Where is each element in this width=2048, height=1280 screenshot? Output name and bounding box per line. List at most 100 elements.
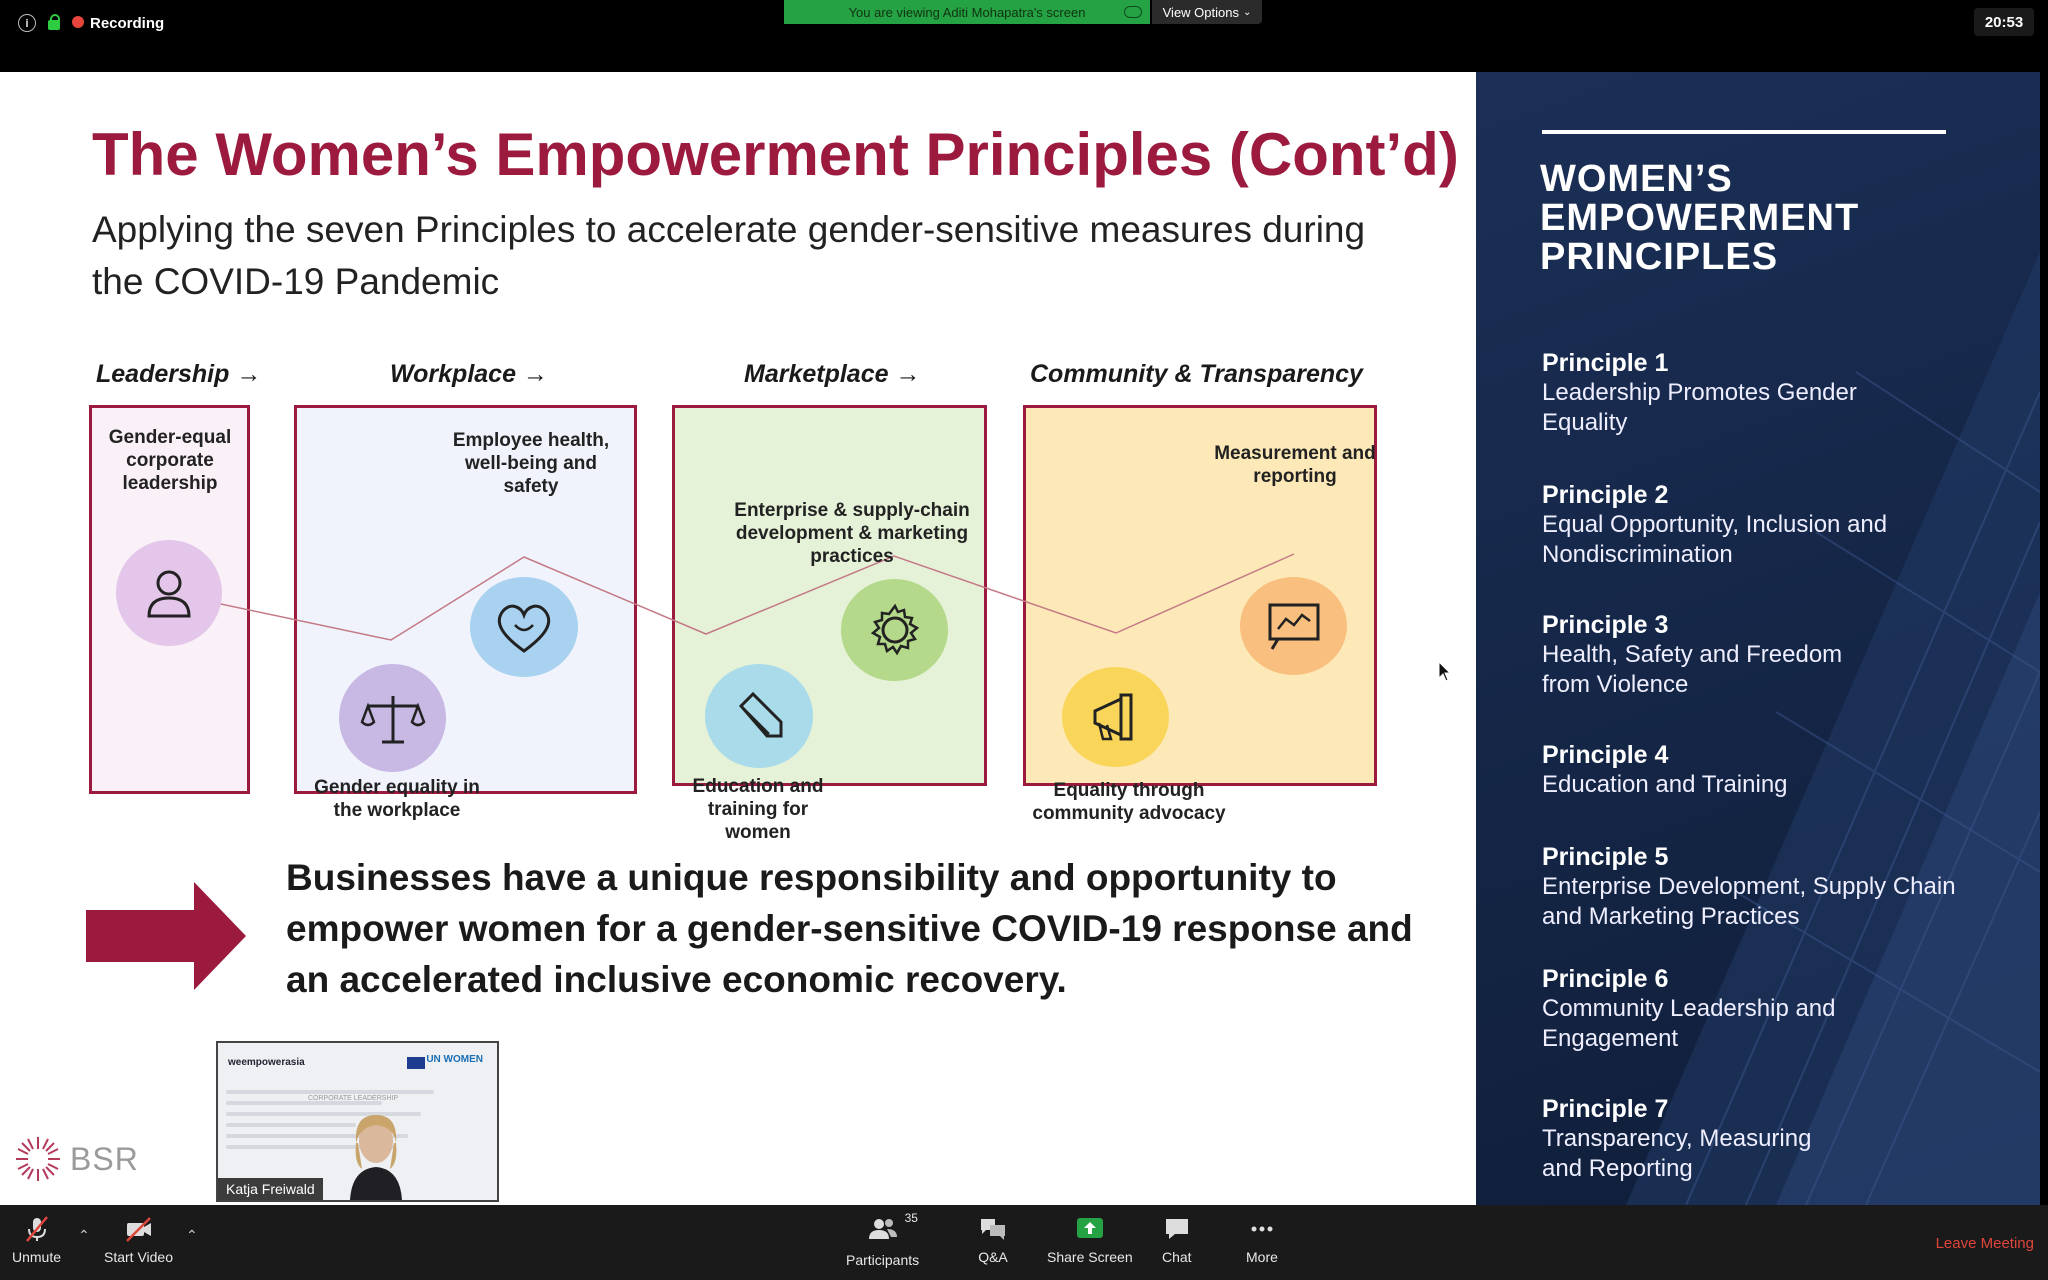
principle-heading: Principle 6 xyxy=(1542,965,1669,993)
node-label-health: Employee health, well-being and safety xyxy=(452,430,610,497)
participant-avatar xyxy=(350,1115,402,1200)
mouse-cursor-icon xyxy=(1438,661,1452,682)
education-circle xyxy=(705,664,813,768)
qa-label: Q&A xyxy=(978,1249,1008,1265)
recording-label: Recording xyxy=(90,14,165,32)
node-label-leadership: Gender-equal corporate leadership xyxy=(108,427,232,494)
participants-label: Participants xyxy=(846,1252,920,1268)
participant-video-thumbnail[interactable]: weempowerasia UN WOMEN CORPORATE LEADERS… xyxy=(216,1041,499,1202)
category-community: Community & Transparency xyxy=(1030,360,1363,388)
more-dots-icon xyxy=(1251,1226,1273,1232)
weempowerasia-logo: weempowerasia xyxy=(228,1057,305,1068)
chat-label: Chat xyxy=(1162,1249,1192,1265)
principle-text: Equal Opportunity, Inclusion and Nondisc… xyxy=(1542,511,1888,568)
screen-edge xyxy=(2040,72,2048,1205)
principle-text: Health, Safety and Freedom from Violence xyxy=(1542,641,1843,698)
megaphone-icon xyxy=(1093,693,1132,741)
meeting-clock: 20:53 xyxy=(1974,8,2034,36)
bsr-logo: BSR xyxy=(14,1135,139,1183)
category-leadership: Leadership → xyxy=(96,360,262,388)
bsr-burst-icon xyxy=(16,1137,60,1181)
chat-bubble-icon xyxy=(1165,1219,1188,1239)
unmute-button[interactable]: Unmute xyxy=(12,1215,61,1265)
node-label-community-advocacy: Equality through community advocacy xyxy=(1032,780,1226,824)
recording-indicator[interactable]: Recording xyxy=(72,15,164,32)
principle-heading: Principle 3 xyxy=(1542,611,1669,639)
principle-heading: Principle 1 xyxy=(1542,349,1669,377)
unmute-label: Unmute xyxy=(12,1249,62,1265)
participants-button[interactable]: 35 Participants xyxy=(846,1211,920,1268)
node-label-enterprise: Enterprise & supply-chain development & … xyxy=(734,500,970,567)
meeting-top-bar: i Recording You are viewing Aditi Mohapa… xyxy=(0,0,2048,72)
node-label-workplace-equality: Gender equality in the workplace xyxy=(314,777,480,821)
chat-button[interactable]: Chat xyxy=(1162,1215,1192,1265)
video-camera-off-icon xyxy=(125,1217,151,1242)
heart-icon xyxy=(497,604,551,653)
gear-icon xyxy=(870,603,919,656)
audio-options-caret[interactable]: ⌃ xyxy=(78,1227,90,1244)
principle-4: Principle 4 Education and Training xyxy=(1542,740,2002,800)
principle-5: Principle 5 Enterprise Development, Supp… xyxy=(1542,842,2002,932)
slide-callout-text: Businesses have a unique responsibility … xyxy=(286,857,1413,1000)
lock-icon[interactable] xyxy=(48,14,60,30)
viewing-screen-banner: You are viewing Aditi Mohapatra's screen xyxy=(784,0,1150,24)
shared-slide: The Women’s Empowerment Principles (Cont… xyxy=(0,72,1476,1205)
top-left-status: i Recording xyxy=(18,14,164,32)
leave-meeting-button[interactable]: Leave Meeting xyxy=(1936,1235,2034,1252)
recording-dot-icon xyxy=(72,15,84,28)
start-video-button[interactable]: Start Video xyxy=(104,1215,173,1265)
principle-3: Principle 3 Health, Safety and Freedom f… xyxy=(1542,610,2002,700)
share-screen-button[interactable]: Share Screen xyxy=(1047,1215,1133,1265)
slide-title: The Women’s Empowerment Principles (Cont… xyxy=(92,121,1459,188)
workplace-equality-circle xyxy=(339,664,446,772)
qa-bubbles-icon xyxy=(981,1219,1005,1240)
pencil-icon xyxy=(738,691,783,738)
cloud-icon xyxy=(1124,6,1142,18)
node-label-education: Education and training for women xyxy=(692,776,824,843)
principle-6: Principle 6 Community Leadership and Eng… xyxy=(1542,964,2002,1054)
principle-heading: Principle 5 xyxy=(1542,843,1669,871)
right-arrow-icon xyxy=(86,882,246,990)
category-workplace: Workplace → xyxy=(390,360,548,388)
principle-text: Leadership Promotes Gender Equality xyxy=(1542,379,1857,436)
principle-text: Education and Training xyxy=(1542,771,1788,798)
principle-text: Transparency, Measuring and Reporting xyxy=(1542,1125,1812,1182)
video-options-caret[interactable]: ⌃ xyxy=(186,1227,198,1244)
bsr-logo-text: BSR xyxy=(70,1140,139,1177)
microphone-muted-icon xyxy=(25,1216,48,1242)
more-label: More xyxy=(1246,1249,1278,1265)
more-button[interactable]: More xyxy=(1246,1215,1278,1265)
participant-name-label: Katja Freiwald xyxy=(218,1178,323,1200)
meeting-toolbar: Unmute ⌃ Start Video ⌃ 35 Participants Q… xyxy=(0,1205,2048,1280)
enterprise-circle xyxy=(841,579,948,681)
chevron-down-icon: ⌄ xyxy=(1242,6,1252,18)
view-options-button[interactable]: View Options ⌄ xyxy=(1152,0,1262,24)
eu-flag-icon xyxy=(407,1057,425,1069)
principle-text: Community Leadership and Engagement xyxy=(1542,995,1836,1052)
participants-icon xyxy=(868,1219,897,1239)
health-circle xyxy=(470,577,578,677)
share-screen-label: Share Screen xyxy=(1047,1249,1133,1265)
start-video-label: Start Video xyxy=(104,1249,174,1265)
principle-heading: Principle 4 xyxy=(1542,741,1669,769)
view-options-label: View Options xyxy=(1162,4,1239,20)
principle-text: Enterprise Development, Supply Chain and… xyxy=(1542,873,1956,930)
participants-count-badge: 35 xyxy=(904,1211,918,1225)
community-advocacy-circle xyxy=(1062,667,1169,767)
leadership-circle xyxy=(116,540,222,646)
info-icon[interactable]: i xyxy=(18,14,36,32)
viewing-banner-text: You are viewing Aditi Mohapatra's screen xyxy=(848,4,1086,20)
slide-subtitle: Applying the seven Principles to acceler… xyxy=(92,209,1366,302)
principle-7: Principle 7 Transparency, Measuring and … xyxy=(1542,1094,2002,1184)
chart-board-icon xyxy=(1268,603,1319,650)
measurement-circle xyxy=(1240,577,1347,675)
person-icon xyxy=(147,570,191,618)
principle-heading: Principle 7 xyxy=(1542,1095,1669,1123)
principle-2: Principle 2 Equal Opportunity, Inclusion… xyxy=(1542,480,2002,570)
share-screen-icon xyxy=(1076,1218,1103,1238)
category-marketplace: Marketplace → xyxy=(744,360,921,388)
node-label-measurement: Measurement and reporting xyxy=(1214,443,1376,487)
principles-sidebar-panel: WOMEN’S EMPOWERMENT PRINCIPLES Principle… xyxy=(1476,72,2040,1205)
principle-heading: Principle 2 xyxy=(1542,481,1669,509)
qa-button[interactable]: Q&A xyxy=(978,1215,1008,1265)
